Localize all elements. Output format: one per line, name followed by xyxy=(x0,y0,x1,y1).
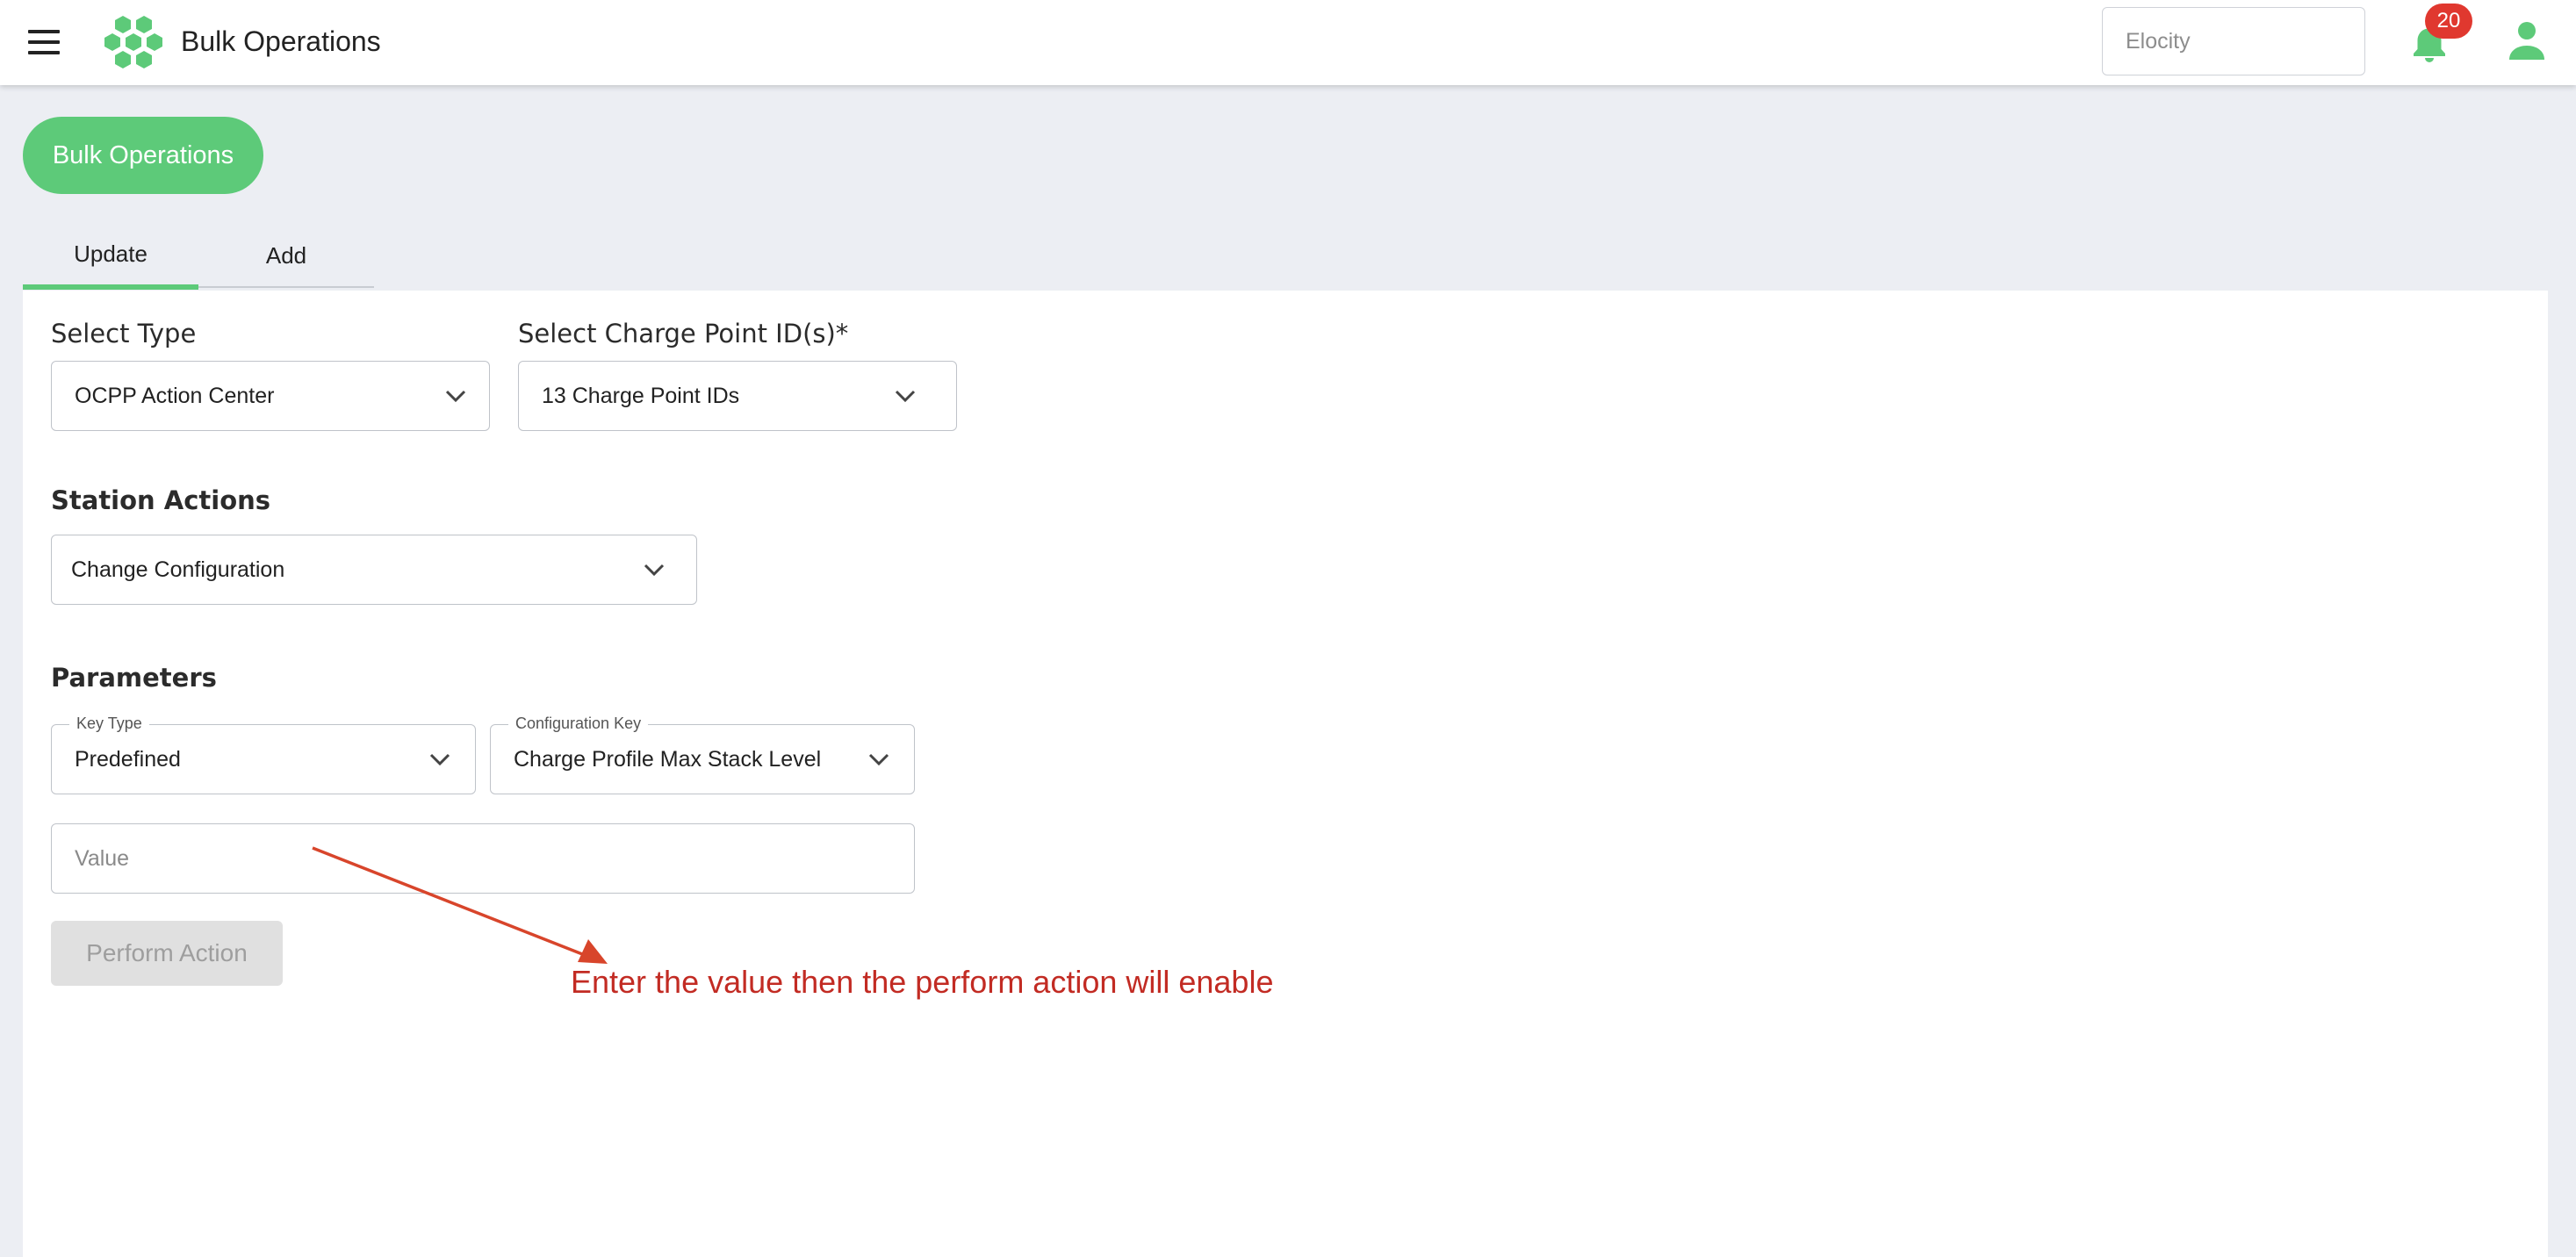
parameters-label: Parameters xyxy=(51,663,217,693)
chevron-down-icon xyxy=(445,390,466,403)
configuration-key-dropdown[interactable]: Configuration Key Charge Profile Max Sta… xyxy=(490,714,915,794)
select-type-label: Select Type xyxy=(51,319,197,348)
station-actions-value: Change Configuration xyxy=(71,557,285,582)
select-type-value: OCPP Action Center xyxy=(75,384,275,408)
hamburger-menu-icon[interactable] xyxy=(25,26,63,58)
hexagon-logo-icon xyxy=(104,16,162,68)
configuration-key-value: Charge Profile Max Stack Level xyxy=(514,747,822,772)
organization-select-input[interactable] xyxy=(2102,7,2365,75)
perform-action-button[interactable]: Perform Action xyxy=(51,921,283,986)
notification-count-badge[interactable]: 20 xyxy=(2425,4,2472,39)
charge-point-label: Select Charge Point ID(s)* xyxy=(518,319,849,348)
app-title: Bulk Operations xyxy=(181,25,381,57)
annotation-note: Enter the value then the perform action … xyxy=(571,964,1274,1000)
tab-add[interactable]: Add xyxy=(198,225,374,291)
bulk-operations-form-card: Select Type OCPP Action Center Select Ch… xyxy=(23,291,2548,1257)
page-title-pill: Bulk Operations xyxy=(23,117,263,194)
select-type-dropdown[interactable]: OCPP Action Center xyxy=(51,361,490,431)
chevron-down-icon xyxy=(429,753,450,766)
key-type-value: Predefined xyxy=(75,747,181,772)
tab-update[interactable]: Update xyxy=(23,225,198,291)
chevron-down-icon xyxy=(895,390,916,403)
user-profile-icon[interactable] xyxy=(2508,19,2546,61)
app-header: Bulk Operations 20 xyxy=(0,0,2576,85)
charge-point-value: 13 Charge Point IDs xyxy=(542,384,740,408)
chevron-down-icon xyxy=(868,753,889,766)
tab-bar: Update Add xyxy=(23,225,374,291)
annotation-arrow-icon xyxy=(312,846,608,964)
charge-point-dropdown[interactable]: 13 Charge Point IDs xyxy=(518,361,957,431)
station-actions-label: Station Actions xyxy=(51,485,271,515)
key-type-dropdown[interactable]: Key Type Predefined xyxy=(51,714,476,794)
active-tab-indicator xyxy=(23,284,198,290)
station-actions-dropdown[interactable]: Change Configuration xyxy=(51,535,697,605)
chevron-down-icon xyxy=(644,564,665,577)
